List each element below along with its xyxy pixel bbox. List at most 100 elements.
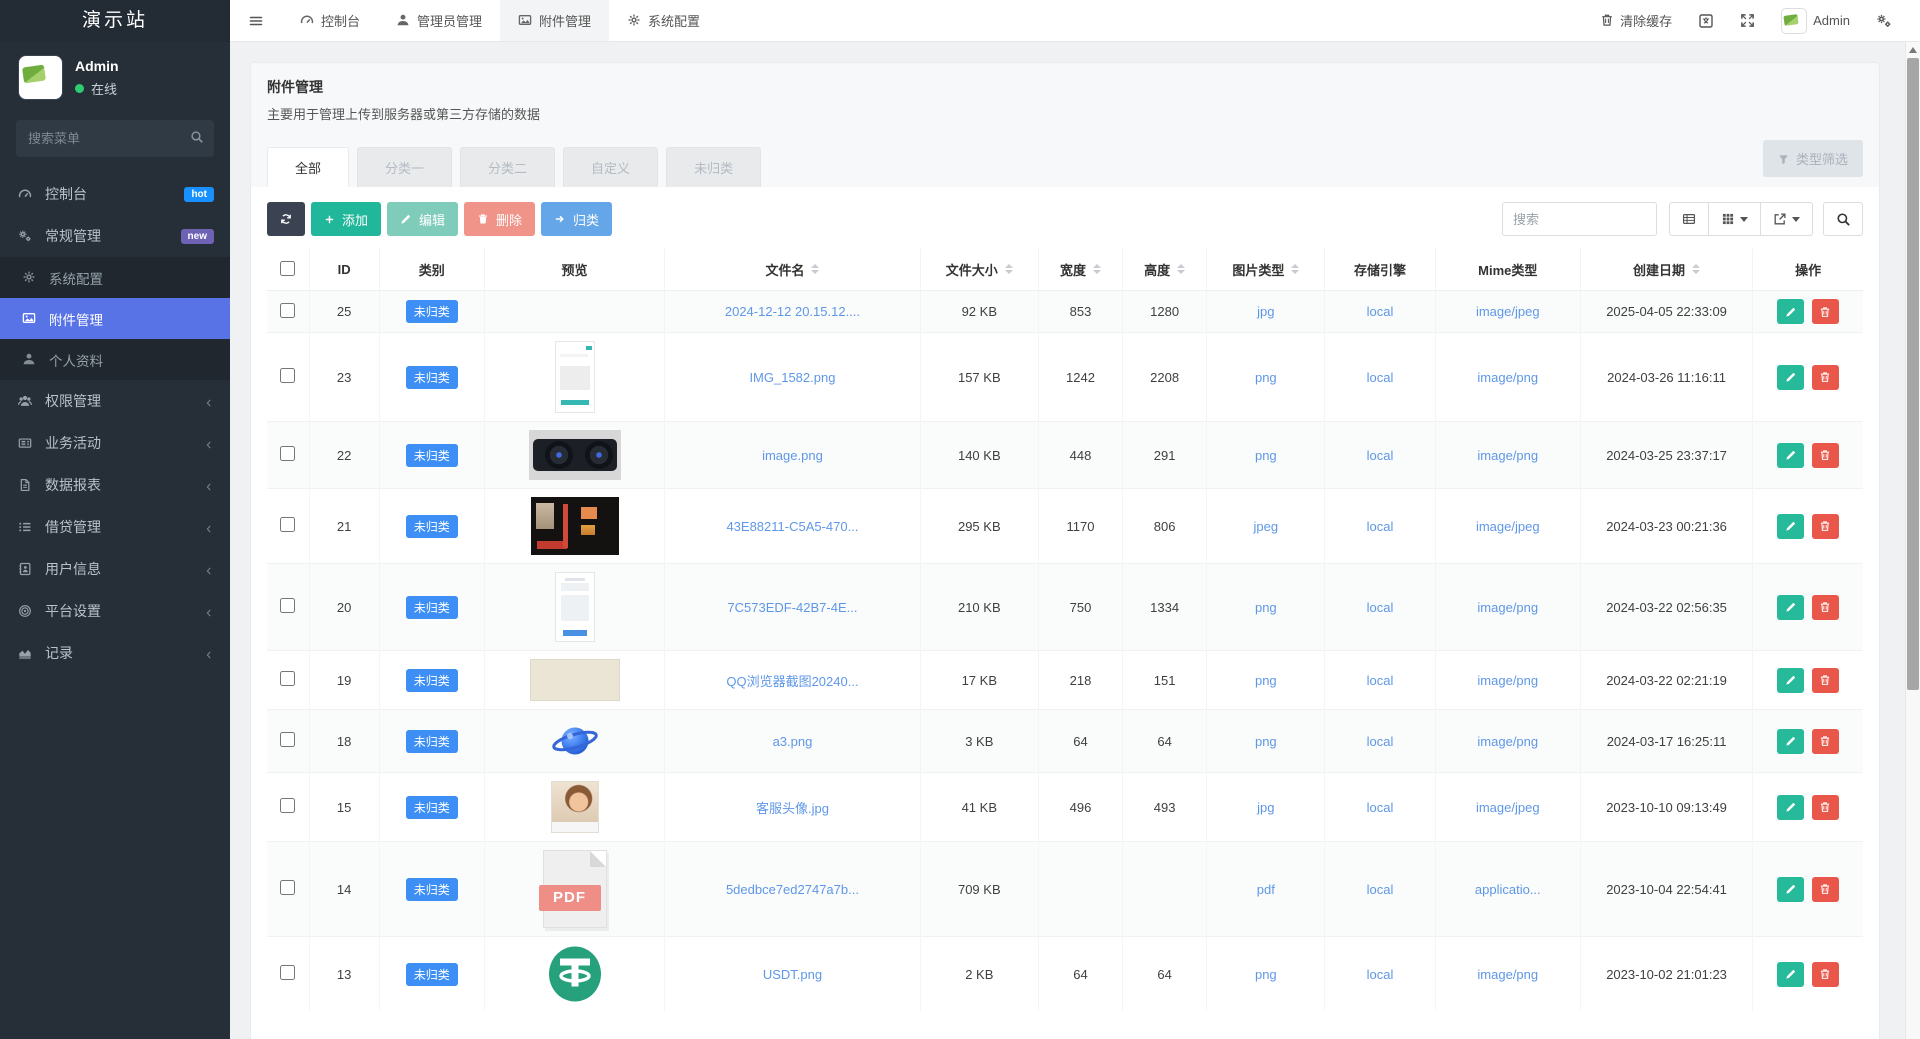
row-delete-button[interactable] (1812, 877, 1839, 902)
sidebar-item-reports[interactable]: 数据报表 (0, 464, 230, 506)
add-button[interactable]: 添加 (311, 202, 381, 236)
scrollbar-thumb[interactable] (1907, 58, 1919, 690)
tab-all[interactable]: 全部 (267, 147, 349, 187)
preview-thumbnail[interactable] (555, 572, 595, 642)
row-delete-button[interactable] (1812, 729, 1839, 754)
imagetype-link[interactable]: png (1255, 673, 1277, 688)
sidebar-item-platform[interactable]: 平台设置 (0, 590, 230, 632)
col-width[interactable]: 宽度 (1038, 249, 1122, 291)
mime-link[interactable]: applicatio... (1475, 882, 1541, 897)
delete-button[interactable]: 删除 (464, 202, 535, 236)
nav-tab-dashboard[interactable]: 控制台 (282, 0, 378, 41)
row-edit-button[interactable] (1777, 299, 1804, 324)
imagetype-link[interactable]: jpg (1257, 800, 1274, 815)
engine-link[interactable]: local (1367, 967, 1394, 982)
row-edit-button[interactable] (1777, 877, 1804, 902)
mime-link[interactable]: image/jpeg (1476, 304, 1540, 319)
sidebar-item-dashboard[interactable]: 控制台 hot (0, 173, 230, 215)
row-edit-button[interactable] (1777, 668, 1804, 693)
imagetype-link[interactable]: png (1255, 370, 1277, 385)
sidebar-item-userinfo[interactable]: 用户信息 (0, 548, 230, 590)
filename-link[interactable]: 7C573EDF-42B7-4E... (727, 600, 857, 615)
col-imagetype[interactable]: 图片类型 (1207, 249, 1325, 291)
pdf-preview-thumbnail[interactable]: PDF (543, 850, 607, 928)
tab-custom[interactable]: 自定义 (563, 147, 658, 187)
filename-link[interactable]: 43E88211-C5A5-470... (726, 519, 858, 534)
preview-thumbnail[interactable] (531, 497, 619, 555)
fullscreen-icon[interactable] (1740, 13, 1755, 28)
refresh-button[interactable] (267, 202, 305, 236)
row-edit-button[interactable] (1777, 595, 1804, 620)
engine-link[interactable]: local (1367, 600, 1394, 615)
usdt-preview-thumbnail[interactable] (546, 945, 604, 1003)
sidebar-search-input[interactable] (16, 120, 214, 157)
imagetype-link[interactable]: png (1255, 600, 1277, 615)
hamburger-menu-icon[interactable] (230, 0, 282, 41)
row-checkbox[interactable] (280, 965, 295, 980)
nav-tab-attachment[interactable]: 附件管理 (500, 0, 609, 41)
sidebar-item-business[interactable]: 业务活动 (0, 422, 230, 464)
preview-thumbnail[interactable] (530, 659, 620, 701)
type-filter-button[interactable]: 类型筛选 (1763, 140, 1863, 177)
engine-link[interactable]: local (1367, 734, 1394, 749)
export-button[interactable] (1761, 202, 1813, 236)
classify-button[interactable]: 归类 (541, 202, 612, 236)
filename-link[interactable]: USDT.png (763, 967, 822, 982)
user-avatar[interactable] (18, 55, 63, 100)
nav-tab-config[interactable]: 系统配置 (609, 0, 718, 41)
search-submit-button[interactable] (1823, 202, 1863, 236)
settings-gears-icon[interactable] (1876, 13, 1892, 29)
mime-link[interactable]: image/jpeg (1476, 800, 1540, 815)
row-delete-button[interactable] (1812, 668, 1839, 693)
filename-link[interactable]: IMG_1582.png (749, 370, 835, 385)
filename-link[interactable]: 客服头像.jpg (756, 801, 829, 816)
preview-thumbnail[interactable] (555, 341, 595, 413)
row-delete-button[interactable] (1812, 514, 1839, 539)
imagetype-link[interactable]: png (1255, 448, 1277, 463)
clear-cache-button[interactable]: 清除缓存 (1600, 11, 1672, 30)
filename-link[interactable]: 2024-12-12 20.15.12.... (725, 304, 860, 319)
row-edit-button[interactable] (1777, 795, 1804, 820)
page-scrollbar[interactable] (1905, 42, 1920, 1039)
sidebar-item-records[interactable]: 记录 (0, 632, 230, 674)
col-height[interactable]: 高度 (1123, 249, 1207, 291)
row-checkbox[interactable] (280, 303, 295, 318)
engine-link[interactable]: local (1367, 448, 1394, 463)
mime-link[interactable]: image/png (1477, 967, 1538, 982)
navbar-user-menu[interactable]: Admin (1781, 8, 1850, 34)
row-delete-button[interactable] (1812, 795, 1839, 820)
filename-link[interactable]: image.png (762, 448, 823, 463)
engine-link[interactable]: local (1367, 673, 1394, 688)
select-all-checkbox[interactable] (280, 261, 295, 276)
engine-link[interactable]: local (1367, 519, 1394, 534)
sidebar-item-config[interactable]: 系统配置 (0, 257, 230, 298)
col-filesize[interactable]: 文件大小 (920, 249, 1038, 291)
row-checkbox[interactable] (280, 798, 295, 813)
row-delete-button[interactable] (1812, 595, 1839, 620)
row-checkbox[interactable] (280, 446, 295, 461)
row-checkbox[interactable] (280, 598, 295, 613)
preview-thumbnail[interactable] (529, 430, 621, 480)
engine-link[interactable]: local (1367, 370, 1394, 385)
filename-link[interactable]: 5dedbce7ed2747a7b... (726, 882, 859, 897)
preview-thumbnail[interactable] (549, 718, 601, 764)
row-checkbox[interactable] (280, 671, 295, 686)
table-search-input[interactable] (1502, 202, 1657, 236)
mime-link[interactable]: image/png (1477, 448, 1538, 463)
mime-link[interactable]: image/png (1477, 673, 1538, 688)
imagetype-link[interactable]: png (1255, 734, 1277, 749)
row-checkbox[interactable] (280, 517, 295, 532)
imagetype-link[interactable]: png (1255, 967, 1277, 982)
nav-tab-admin[interactable]: 管理员管理 (378, 0, 500, 41)
list-view-button[interactable] (1669, 202, 1709, 236)
mime-link[interactable]: image/jpeg (1476, 519, 1540, 534)
filename-link[interactable]: a3.png (773, 734, 813, 749)
tab-category2[interactable]: 分类二 (460, 147, 555, 187)
sidebar-item-attachment[interactable]: 附件管理 (0, 298, 230, 339)
sidebar-item-auth[interactable]: 权限管理 (0, 380, 230, 422)
scroll-up-arrow-icon[interactable] (1909, 47, 1917, 53)
row-delete-button[interactable] (1812, 962, 1839, 987)
row-checkbox[interactable] (280, 880, 295, 895)
mime-link[interactable]: image/png (1477, 600, 1538, 615)
row-edit-button[interactable] (1777, 514, 1804, 539)
